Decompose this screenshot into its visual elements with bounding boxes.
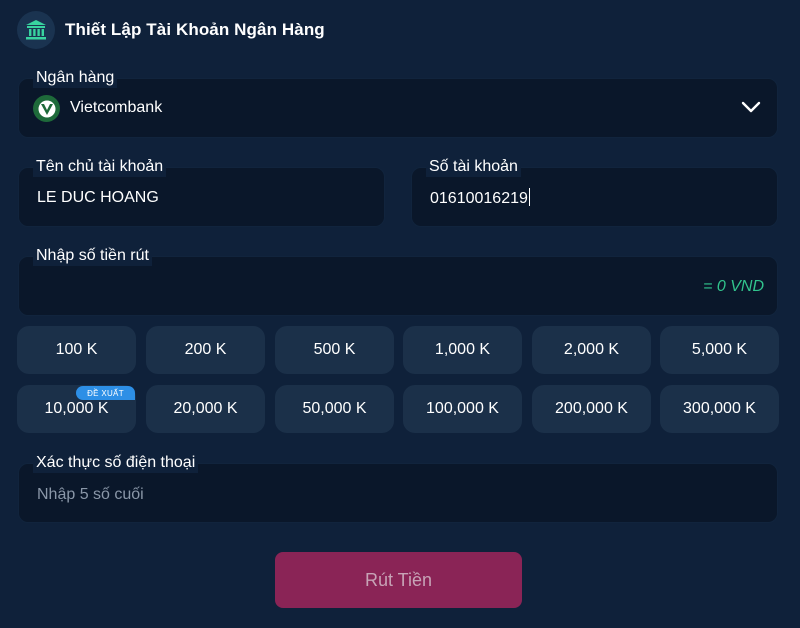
account-number-input: 01610016219	[430, 188, 530, 209]
page-title: Thiết Lập Tài Khoản Ngân Hàng	[65, 20, 325, 39]
preset-amount-button[interactable]: 50,000 K	[275, 385, 394, 433]
preset-amount-button[interactable]: 200,000 K	[532, 385, 651, 433]
preset-amount-button[interactable]: 20,000 K	[146, 385, 265, 433]
recommended-badge: ĐỀ XUẤT	[76, 386, 135, 400]
text-caret	[528, 188, 530, 206]
preset-amount-button[interactable]: 200 K	[146, 326, 265, 374]
preset-amount-button[interactable]: 500 K	[275, 326, 394, 374]
account-name-value: LE DUC HOANG	[37, 189, 159, 206]
phone-verify-placeholder: Nhập 5 số cuối	[37, 486, 144, 503]
account-number-value: 01610016219	[430, 190, 528, 207]
preset-amount-button[interactable]: 2,000 K	[532, 326, 651, 374]
chevron-down-icon[interactable]	[740, 99, 762, 115]
amount-converted: = 0 VND	[703, 278, 764, 295]
preset-amount-button[interactable]: 100,000 K	[403, 385, 522, 433]
preset-amount-button[interactable]: 300,000 K	[660, 385, 779, 433]
phone-verify-label: Xác thực số điện thoại	[33, 453, 199, 473]
panel-header: Thiết Lập Tài Khoản Ngân Hàng	[17, 10, 325, 50]
bank-label: Ngân hàng	[33, 68, 118, 88]
amount-label: Nhập số tiền rút	[33, 246, 152, 266]
vietcombank-logo-icon	[33, 95, 60, 122]
preset-amount-button[interactable]: 100 K	[17, 326, 136, 374]
withdraw-button[interactable]: Rút Tiền	[275, 552, 522, 608]
preset-amount-button[interactable]: 5,000 K	[660, 326, 779, 374]
bank-selected-value: Vietcombank	[70, 99, 163, 116]
preset-amount-button[interactable]: 1,000 K	[403, 326, 522, 374]
account-number-label: Số tài khoản	[426, 157, 521, 177]
bank-icon	[17, 11, 55, 49]
withdraw-setup-panel: Thiết Lập Tài Khoản Ngân Hàng Ngân hàng …	[0, 0, 800, 628]
account-name-label: Tên chủ tài khoản	[33, 157, 167, 177]
